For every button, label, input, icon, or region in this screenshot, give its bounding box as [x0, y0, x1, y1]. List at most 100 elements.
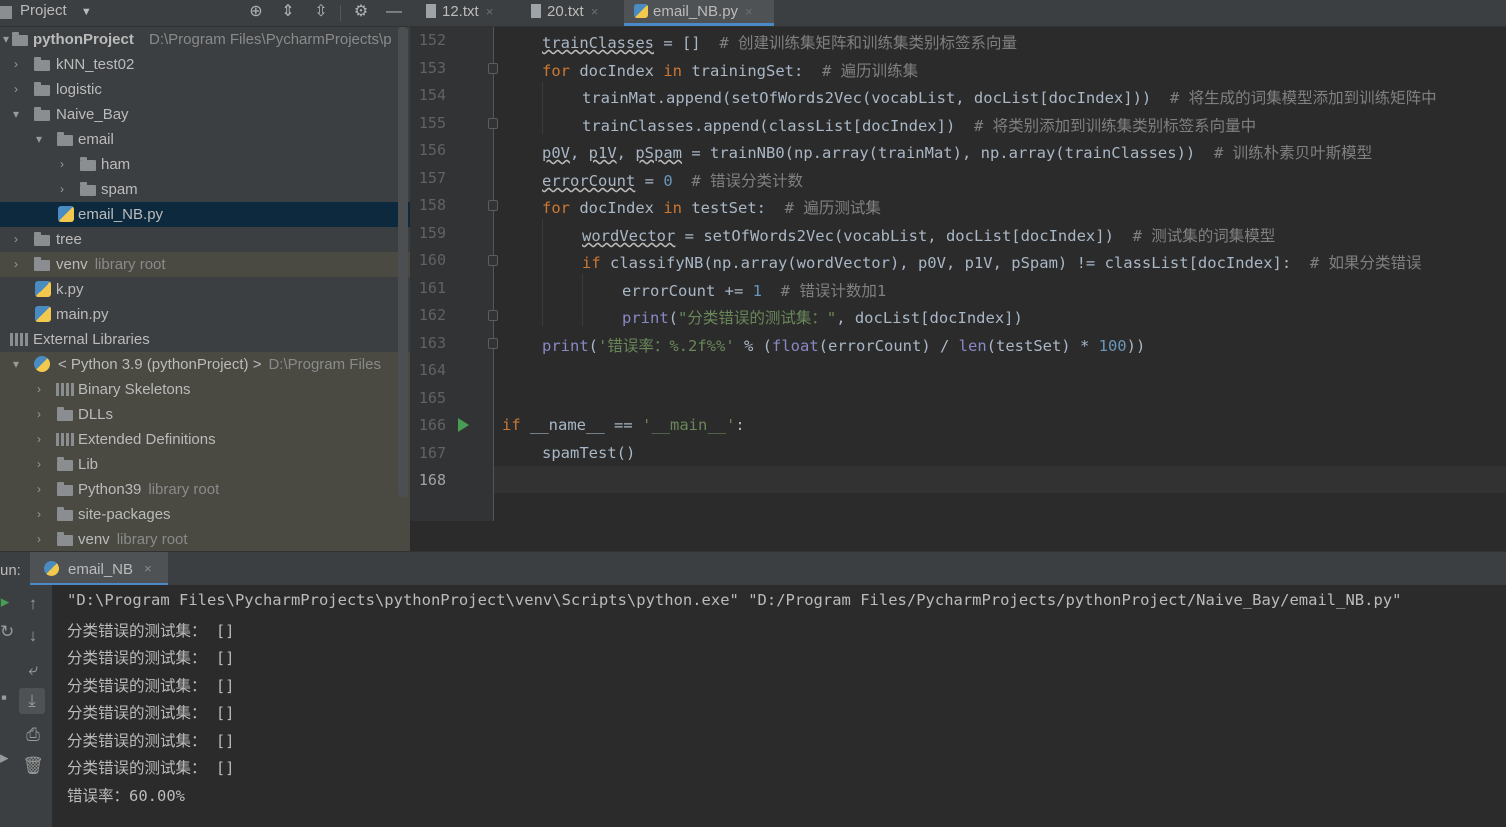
locate-target-icon[interactable]: ⊕: [245, 1, 267, 23]
tree-item-extended-definitions[interactable]: › Extended Definitions: [0, 427, 410, 452]
tree-item-logistic[interactable]: › logistic: [0, 77, 410, 102]
fold-marker-icon[interactable]: [488, 310, 498, 321]
tree-item-external-libraries[interactable]: External Libraries: [0, 327, 410, 352]
close-icon[interactable]: ×: [144, 561, 152, 576]
close-icon[interactable]: ×: [591, 4, 599, 19]
chevron-right-icon[interactable]: ›: [56, 177, 68, 202]
chevron-down-icon[interactable]: ▼: [81, 6, 92, 18]
console-command-line: "D:\Program Files\PycharmProjects\python…: [67, 591, 1402, 609]
line-number: 167: [418, 444, 446, 462]
minimize-icon[interactable]: —: [383, 1, 405, 23]
chevron-down-icon[interactable]: ▾: [10, 102, 22, 127]
folder-icon: [57, 507, 73, 521]
tree-item-tree[interactable]: › tree: [0, 227, 410, 252]
library-root-hint: library root: [94, 256, 166, 273]
tree-item-ham[interactable]: › ham: [0, 152, 410, 177]
line-number: 155: [418, 114, 446, 132]
chevron-right-icon[interactable]: ›: [33, 427, 45, 452]
tree-item-main-py[interactable]: main.py: [0, 302, 410, 327]
tree-item-binary-skeletons[interactable]: › Binary Skeletons: [0, 377, 410, 402]
library-icon: [10, 333, 28, 346]
expand-all-icon[interactable]: ⇕: [277, 1, 299, 23]
fold-marker-icon[interactable]: [488, 118, 498, 129]
tree-item-site-packages[interactable]: › site-packages: [0, 502, 410, 527]
chevron-down-icon[interactable]: ▾: [10, 352, 22, 377]
tree-item-email[interactable]: ▾ email: [0, 127, 410, 152]
fold-marker-icon[interactable]: [488, 255, 498, 266]
run-console[interactable]: [52, 585, 1506, 827]
tab-12-txt[interactable]: 12.txt ×: [418, 0, 513, 26]
library-icon: [56, 433, 74, 446]
scroll-down-icon[interactable]: ↓: [20, 623, 46, 649]
chevron-right-icon[interactable]: ›: [10, 227, 22, 252]
chevron-right-icon[interactable]: ›: [10, 52, 22, 77]
python-file-icon: [35, 281, 51, 297]
fold-marker-icon[interactable]: [488, 63, 498, 74]
chevron-right-icon[interactable]: ›: [33, 477, 45, 502]
tab-email-nb-py[interactable]: email_NB.py ×: [624, 0, 774, 26]
tree-item-knn-test02[interactable]: › kNN_test02: [0, 52, 410, 77]
tree-item-python39[interactable]: › Python39 library root: [0, 477, 410, 502]
code-line-158: for docIndex in testSet: # 遍历测试集: [542, 199, 881, 217]
tree-root-pythonproject[interactable]: ▾ pythonProject D:\Program Files\Pycharm…: [0, 27, 410, 52]
code-line-152: trainClasses = [] # 创建训练集矩阵和训练集类别标签系向量: [542, 34, 1017, 52]
tree-item-python39-sdk[interactable]: ▾ < Python 3.9 (pythonProject) > D:\Progr…: [0, 352, 410, 377]
run-tab-email-nb[interactable]: email_NB ×: [30, 552, 168, 586]
project-view-selector[interactable]: Project ▼: [20, 2, 92, 19]
folder-icon: [57, 457, 73, 471]
library-icon: [56, 383, 74, 396]
print-icon[interactable]: ⎙: [20, 722, 46, 748]
tree-item-naive-bay[interactable]: ▾ Naive_Bay: [0, 102, 410, 127]
tree-item-venv-lib[interactable]: › venv library root: [0, 527, 410, 551]
console-output-line: 分类错误的测试集： []: [67, 732, 235, 750]
rerun-icon[interactable]: ▸: [0, 589, 10, 615]
close-icon[interactable]: ×: [745, 4, 753, 19]
chevron-down-icon[interactable]: ▾: [0, 27, 12, 52]
chevron-right-icon[interactable]: ›: [33, 402, 45, 427]
chevron-right-icon[interactable]: ›: [33, 527, 45, 551]
code-line-159: wordVector = setOfWords2Vec(vocabList, d…: [582, 227, 1276, 245]
tree-item-email-nb-py[interactable]: email_NB.py: [0, 202, 410, 227]
pin-icon[interactable]: ▸: [0, 745, 9, 771]
chevron-right-icon[interactable]: ›: [56, 152, 68, 177]
fold-marker-icon[interactable]: [488, 200, 498, 211]
folder-icon: [34, 107, 50, 121]
tree-item-k-py[interactable]: k.py: [0, 277, 410, 302]
tree-scrollbar[interactable]: [398, 27, 408, 497]
tab-label: email_NB.py: [653, 3, 739, 20]
python-run-icon: [44, 561, 59, 576]
refresh-icon[interactable]: ↻: [0, 619, 14, 645]
code-line-160: if classifyNB(np.array(wordVector), p0V,…: [582, 254, 1422, 272]
scroll-up-icon[interactable]: ↑: [20, 591, 46, 617]
run-gutter-icon[interactable]: [458, 418, 469, 432]
chevron-right-icon[interactable]: ›: [10, 252, 22, 277]
gear-icon[interactable]: ⚙: [350, 1, 372, 23]
tree-item-dlls[interactable]: › DLLs: [0, 402, 410, 427]
tree-item-label: venv: [78, 531, 110, 548]
tree-item-spam[interactable]: › spam: [0, 177, 410, 202]
fold-marker-icon[interactable]: [488, 338, 498, 349]
run-tab-label: email_NB: [68, 561, 134, 578]
collapse-all-icon[interactable]: ⇳: [310, 1, 332, 23]
scroll-to-end-icon[interactable]: ⤓: [19, 688, 45, 714]
stop-icon[interactable]: ▪: [0, 685, 8, 711]
tree-item-label: k.py: [56, 281, 84, 298]
tree-item-lib[interactable]: › Lib: [0, 452, 410, 477]
line-number: 153: [418, 59, 446, 77]
chevron-down-icon[interactable]: ▾: [33, 127, 45, 152]
chevron-right-icon[interactable]: ›: [10, 77, 22, 102]
tab-20-txt[interactable]: 20.txt ×: [522, 0, 618, 26]
text-file-icon: [531, 4, 541, 18]
tree-item-label: site-packages: [78, 506, 171, 523]
close-icon[interactable]: ×: [486, 4, 494, 19]
trash-icon[interactable]: 🗑: [20, 753, 46, 779]
chevron-right-icon[interactable]: ›: [33, 502, 45, 527]
tree-item-venv[interactable]: › venv library root: [0, 252, 410, 277]
chevron-right-icon[interactable]: ›: [33, 452, 45, 477]
chevron-right-icon[interactable]: ›: [33, 377, 45, 402]
tree-item-label: logistic: [56, 81, 102, 98]
soft-wrap-icon[interactable]: ⤶: [20, 657, 46, 683]
tree-item-label: ham: [101, 156, 131, 173]
line-number: 166: [418, 416, 446, 434]
tree-item-label: tree: [56, 231, 82, 248]
